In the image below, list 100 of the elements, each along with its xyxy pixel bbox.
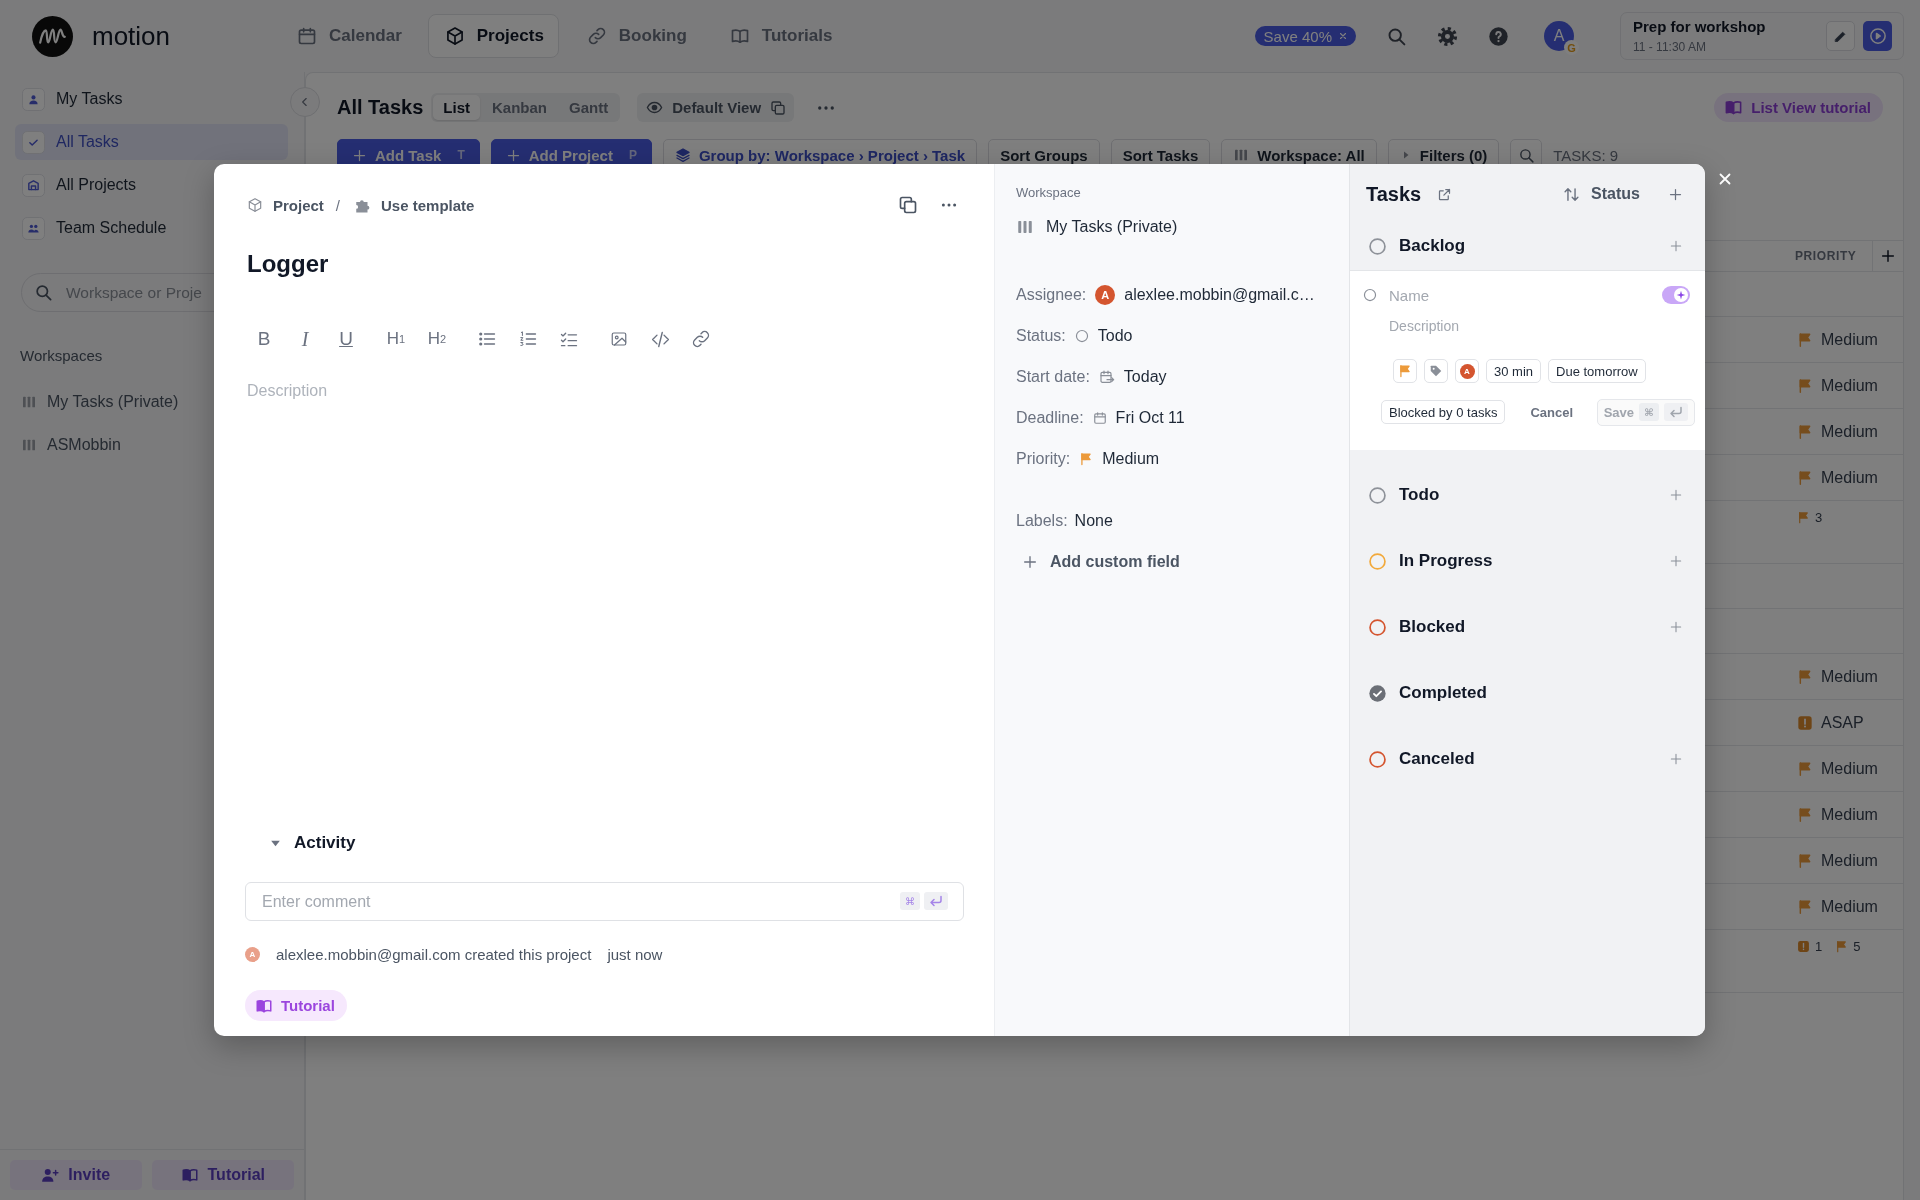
field-value[interactable]: Medium [1102, 449, 1160, 468]
status-ring-icon [1363, 288, 1377, 302]
person-plus-icon [41, 1166, 60, 1184]
status-group-name[interactable]: Backlog [1399, 236, 1466, 256]
task-name-field[interactable]: Name [1389, 285, 1650, 305]
nav-tab[interactable]: Calendar [280, 14, 417, 58]
field-label: Priority: [1016, 449, 1071, 468]
blocked-by-chip[interactable]: Blocked by 0 tasks [1381, 400, 1506, 424]
plus-icon [1022, 553, 1038, 570]
sort-icon [1563, 185, 1581, 203]
tutorial-button[interactable]: List View tutorial [1714, 93, 1883, 122]
checkbox-icon [22, 130, 45, 154]
shortcut-hint: T [457, 148, 465, 162]
status-group-name[interactable]: Completed [1399, 683, 1487, 703]
image-icon[interactable] [610, 330, 628, 348]
due-date-chip[interactable]: Due tomorrow [1548, 359, 1646, 383]
view-tab[interactable]: Kanban [482, 95, 558, 120]
status-group-name[interactable]: Todo [1399, 485, 1440, 505]
activity-toggle[interactable]: Activity [269, 832, 356, 854]
copy-icon[interactable] [898, 195, 918, 215]
sidebar-item[interactable]: My Tasks [15, 81, 288, 117]
underline-button[interactable]: U [329, 325, 363, 353]
sidebar-item[interactable]: All Tasks [15, 124, 288, 160]
field-label: Labels: [1016, 511, 1068, 530]
view-tab[interactable]: List [433, 95, 480, 120]
italic-button[interactable]: I [288, 325, 322, 353]
event-time: 11 - 11:30 AM [1633, 40, 1706, 54]
flag-icon [1398, 364, 1412, 378]
account-badge: G [1564, 40, 1579, 55]
view-tab[interactable]: Gantt [559, 95, 619, 120]
breadcrumb-separator: / [335, 196, 341, 214]
checklist-icon[interactable] [559, 329, 579, 349]
priority-label: Medium [1821, 330, 1878, 349]
field-value[interactable]: Todo [1097, 326, 1133, 345]
nav-tab[interactable]: Booking [569, 14, 702, 58]
tag-icon [1429, 364, 1443, 378]
flag-icon [1797, 852, 1813, 869]
priority-label: Medium [1821, 897, 1878, 916]
ai-toggle[interactable] [1662, 286, 1690, 304]
sparkle-icon [1674, 288, 1688, 302]
status-group-name[interactable]: Canceled [1399, 749, 1475, 769]
field-value[interactable]: None [1074, 511, 1113, 530]
bold-button[interactable]: B [247, 325, 281, 353]
field-value[interactable]: Today [1123, 367, 1167, 386]
field-value[interactable]: alexlee.mobbin@gmail.c… [1124, 285, 1315, 304]
status-group-name[interactable]: Blocked [1399, 617, 1466, 637]
field-value[interactable]: Fri Oct 11 [1115, 408, 1185, 427]
play-icon [1868, 27, 1887, 45]
breadcrumb-link[interactable]: Project [247, 196, 324, 214]
priority-label: Medium [1821, 759, 1878, 778]
event-card[interactable]: Prep for workshop 11 - 11:30 AM [1620, 12, 1904, 60]
help-icon[interactable] [1488, 25, 1509, 47]
task-description-field[interactable]: Description [1389, 317, 1589, 335]
duration-chip[interactable]: 30 min [1486, 359, 1542, 383]
copy-icon [770, 99, 787, 116]
calendar-icon [1092, 410, 1107, 425]
flag-icon [1797, 469, 1813, 486]
saved-view-button[interactable]: Default View [637, 93, 795, 122]
nav-tab[interactable]: Projects [427, 14, 559, 58]
add-custom-field-button[interactable]: Add custom field [1016, 541, 1180, 582]
workspace-item[interactable]: ASMobbin [15, 427, 288, 463]
settings-icon[interactable] [1436, 24, 1459, 48]
start-button[interactable] [1863, 21, 1892, 51]
label-chip[interactable] [1424, 359, 1448, 383]
edit-button[interactable] [1826, 21, 1855, 51]
cancel-button[interactable]: Cancel [1530, 404, 1574, 420]
priority-label: Medium [1821, 805, 1878, 824]
activity-text: alexlee.mobbin@gmail.com created this project [276, 945, 592, 963]
flag-icon [1797, 898, 1813, 915]
tutorial-button[interactable]: Tutorial [151, 1160, 294, 1190]
promo-badge[interactable]: Save 40% [1254, 26, 1356, 46]
workspace-value[interactable]: My Tasks (Private) [1046, 218, 1178, 236]
link-icon [586, 26, 607, 46]
status-group-name[interactable]: In Progress [1399, 551, 1493, 571]
plus-icon[interactable] [1880, 248, 1896, 264]
priority-chip[interactable] [1393, 359, 1417, 383]
numbered-list-icon[interactable] [518, 329, 538, 349]
tutorial-button[interactable]: Tutorial [245, 990, 347, 1021]
logo-text: motion [92, 20, 171, 52]
book-icon [1724, 98, 1744, 117]
close-icon[interactable] [1338, 31, 1348, 41]
column-header[interactable]: PRIORITY [1783, 249, 1872, 263]
sort-button[interactable]: Status [1563, 185, 1640, 203]
task-count: TASKS: 9 [1553, 146, 1619, 164]
columns-icon [1016, 218, 1034, 236]
link-icon[interactable] [691, 329, 711, 349]
external-link-icon[interactable] [1437, 186, 1453, 202]
flag-icon [1797, 806, 1813, 823]
eye-icon [646, 99, 664, 116]
shortcut-hint: P [628, 148, 637, 162]
use-template-button[interactable]: Use template [354, 196, 475, 214]
flag-icon [1797, 423, 1813, 440]
plus-icon[interactable] [1668, 186, 1683, 202]
invite-button[interactable]: Invite [10, 1160, 142, 1190]
calendar-icon [297, 26, 317, 46]
search-icon [34, 283, 53, 302]
book-icon [180, 1166, 199, 1184]
nav-tab[interactable]: Tutorials [712, 14, 848, 58]
person-icon [22, 87, 45, 111]
flag-icon [1797, 668, 1813, 685]
